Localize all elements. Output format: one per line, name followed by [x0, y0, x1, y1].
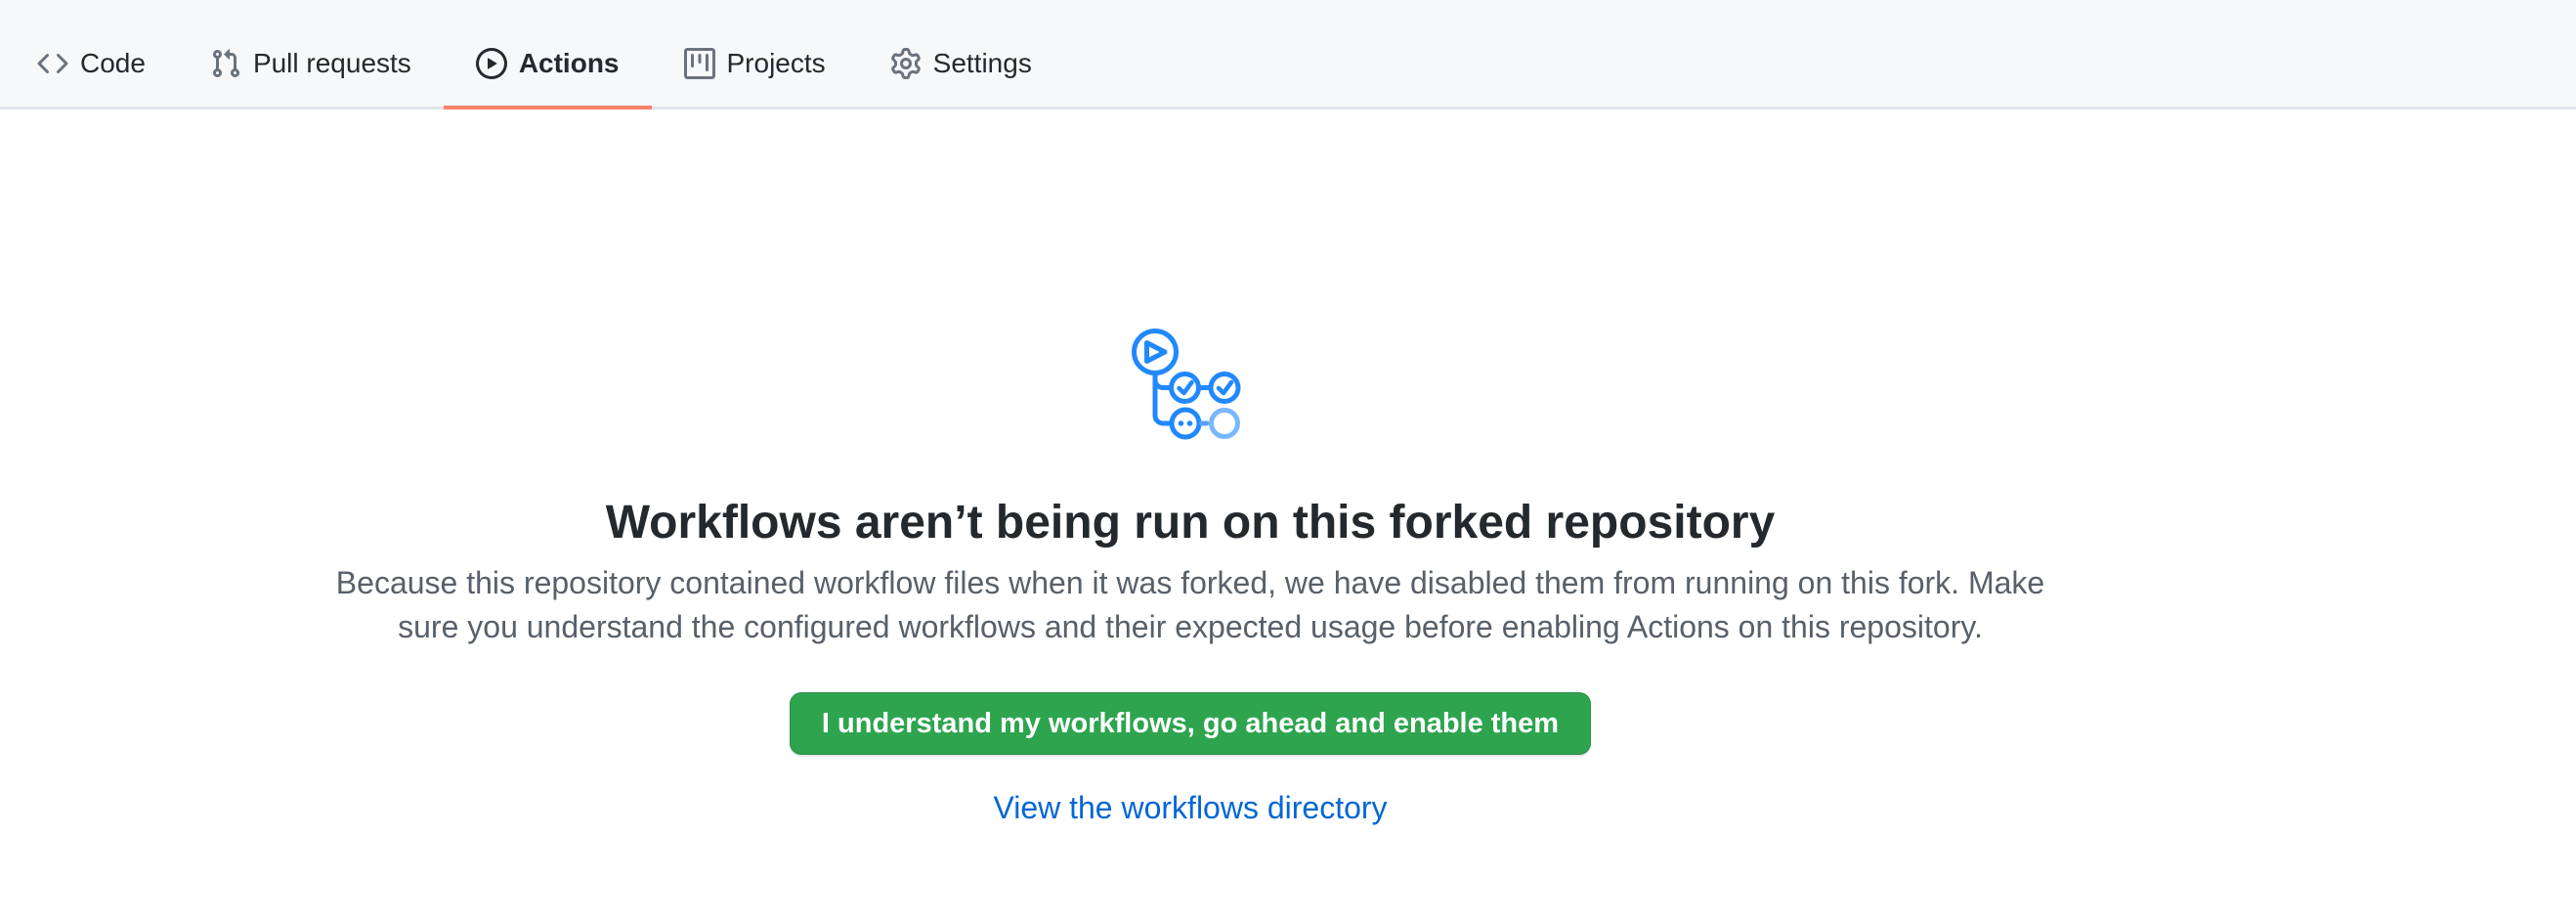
tab-settings[interactable]: Settings	[858, 22, 1064, 110]
tab-projects[interactable]: Projects	[652, 22, 858, 110]
play-icon	[476, 48, 507, 79]
workflow-graph-icon	[1129, 326, 1252, 443]
project-icon	[684, 48, 715, 79]
tab-label-settings: Settings	[933, 50, 1032, 77]
tab-label-projects: Projects	[727, 50, 826, 77]
pull-request-icon	[210, 48, 241, 79]
blankslate-description-line-2: sure you understand the configured workf…	[0, 605, 2381, 649]
code-icon	[37, 48, 68, 79]
tab-code[interactable]: Code	[5, 22, 178, 110]
blankslate-title: Workflows aren’t being run on this forke…	[0, 495, 2381, 551]
blankslate-description-line-1: Because this repository contained workfl…	[0, 561, 2381, 605]
tab-pull-requests[interactable]: Pull requests	[178, 22, 444, 110]
tab-actions[interactable]: Actions	[444, 22, 652, 110]
repo-nav: Code Pull requests Actions Projects Sett…	[0, 0, 2576, 110]
gear-icon	[890, 48, 922, 79]
tab-label-pull-requests: Pull requests	[253, 50, 411, 77]
view-workflows-directory-link[interactable]: View the workflows directory	[993, 790, 1387, 825]
tab-label-code: Code	[80, 50, 146, 77]
blankslate-description: Because this repository contained workfl…	[0, 561, 2381, 649]
enable-workflows-button[interactable]: I understand my workflows, go ahead and …	[790, 692, 1591, 755]
tab-label-actions: Actions	[519, 50, 620, 77]
actions-blankslate: Workflows aren’t being run on this forke…	[0, 110, 2381, 826]
workflows-directory-link-row: View the workflows directory	[0, 790, 2381, 826]
